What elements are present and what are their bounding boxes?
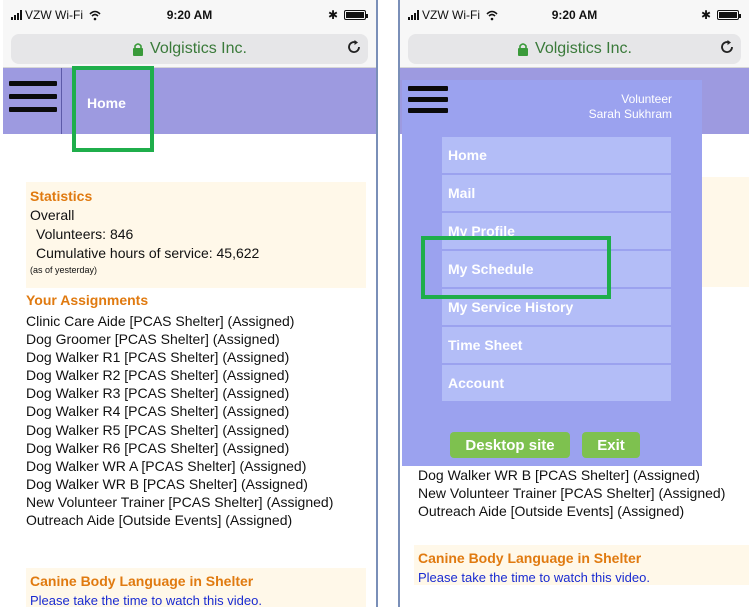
news-link[interactable]: Please take the time to watch this video…: [418, 570, 749, 585]
menu-item-mail[interactable]: Mail: [442, 175, 671, 211]
phone-screen-home: VZW Wi-Fi 9:20 AM ✱ Volgistics Inc. Home…: [3, 0, 378, 607]
list-item: Dog Walker R3 [PCAS Shelter] (Assigned): [26, 385, 290, 402]
user-name: Sarah Sukhram: [588, 107, 672, 121]
clock-time: 9:20 AM: [551, 8, 598, 22]
list-item: Dog Walker WR A [PCAS Shelter] (Assigned…: [26, 457, 307, 474]
status-bar: VZW Wi-Fi 9:20 AM ✱: [3, 0, 376, 30]
statistics-hours: Cumulative hours of service: 45,622: [36, 245, 260, 261]
clock-time: 9:20 AM: [166, 8, 213, 22]
reload-icon[interactable]: [719, 39, 735, 60]
reload-icon[interactable]: [346, 39, 362, 60]
news-title: Canine Body Language in Shelter: [30, 573, 254, 589]
list-item: Clinic Care Aide [PCAS Shelter] (Assigne…: [26, 313, 295, 329]
assignments-title: Your Assignments: [26, 292, 149, 308]
status-right: ✱: [327, 8, 368, 22]
news-panel: Canine Body Language in Shelter Please t…: [414, 545, 749, 585]
list-item: Dog Walker R2 [PCAS Shelter] (Assigned): [26, 367, 290, 384]
navigation-drawer: Volunteer Sarah Sukhram Home Mail My Pro…: [402, 80, 702, 466]
news-panel: Canine Body Language in Shelter Please t…: [26, 568, 366, 607]
assignments-list: Clinic Care Aide [PCAS Shelter] (Assigne…: [26, 312, 366, 529]
lock-icon: [132, 42, 144, 56]
list-item: Outreach Aide [Outside Events] (Assigned…: [26, 512, 293, 529]
menu-item-my-schedule[interactable]: My Schedule: [442, 251, 671, 287]
list-item: Outreach Aide [Outside Events] (Assigned…: [418, 503, 685, 519]
list-item: Dog Walker WR B [PCAS Shelter] (Assigned…: [418, 467, 700, 483]
list-item: Dog Walker WR B [PCAS Shelter] (Assigned…: [26, 475, 308, 492]
battery-icon: [344, 10, 368, 20]
page-title: Home: [87, 95, 126, 111]
header-divider: [61, 68, 62, 134]
list-item: New Volunteer Trainer [PCAS Shelter] (As…: [418, 485, 726, 501]
lock-icon: [517, 42, 529, 56]
statistics-panel: Statistics Overall Volunteers: 846 Cumul…: [26, 182, 366, 288]
statistics-title: Statistics: [30, 188, 93, 204]
assignments-list: Dog Walker WR B [PCAS Shelter] (Assigned…: [418, 466, 725, 520]
user-role: Volunteer: [621, 92, 672, 106]
browser-address-bar: Volgistics Inc.: [400, 30, 749, 68]
news-title: Canine Body Language in Shelter: [418, 550, 642, 566]
assignments-section: Your Assignments Clinic Care Aide [PCAS …: [26, 292, 366, 529]
site-name: Volgistics Inc.: [150, 40, 247, 57]
battery-icon: [717, 10, 741, 20]
list-item: New Volunteer Trainer [PCAS Shelter] (As…: [26, 493, 334, 510]
menu-buttons: Desktop site Exit: [450, 432, 640, 458]
hamburger-menu-icon[interactable]: [408, 86, 448, 120]
bluetooth-icon: ✱: [700, 8, 711, 22]
browser-address-bar: Volgistics Inc.: [3, 30, 376, 68]
phone-screen-menu: VZW Wi-Fi 9:20 AM ✱ Volgistics Inc. Volu…: [398, 0, 749, 607]
news-link[interactable]: Please take the time to watch this video…: [30, 593, 362, 607]
user-info: Volunteer Sarah Sukhram: [589, 92, 672, 122]
menu-item-my-profile[interactable]: My Profile: [442, 213, 671, 249]
menu-item-home[interactable]: Home: [442, 137, 671, 173]
list-item: Dog Walker R4 [PCAS Shelter] (Assigned): [26, 403, 290, 420]
exit-button[interactable]: Exit: [582, 432, 640, 458]
list-item: Dog Walker R1 [PCAS Shelter] (Assigned): [26, 349, 290, 366]
list-item: Dog Walker R6 [PCAS Shelter] (Assigned): [26, 439, 290, 456]
statistics-overall: Overall: [30, 207, 75, 223]
menu-item-account[interactable]: Account: [442, 365, 671, 401]
menu-item-time-sheet[interactable]: Time Sheet: [442, 327, 671, 363]
url-field[interactable]: Volgistics Inc.: [408, 34, 741, 64]
hamburger-menu-icon[interactable]: [9, 81, 57, 121]
menu-item-my-service-history[interactable]: My Service History: [442, 289, 671, 325]
status-right: ✱: [700, 8, 741, 22]
statistics-as-of: (as of yesterday): [30, 265, 98, 275]
menu-list: Home Mail My Profile My Schedule My Serv…: [442, 137, 671, 403]
list-item: Dog Groomer [PCAS Shelter] (Assigned): [26, 331, 280, 348]
site-name: Volgistics Inc.: [535, 40, 632, 57]
list-item: Dog Walker R5 [PCAS Shelter] (Assigned): [26, 421, 290, 438]
bluetooth-icon: ✱: [327, 8, 338, 22]
app-header: Home: [3, 68, 376, 134]
url-field[interactable]: Volgistics Inc.: [11, 34, 368, 64]
statistics-volunteers: Volunteers: 846: [36, 226, 134, 242]
status-bar: VZW Wi-Fi 9:20 AM ✱: [400, 0, 749, 30]
desktop-site-button[interactable]: Desktop site: [450, 432, 570, 458]
